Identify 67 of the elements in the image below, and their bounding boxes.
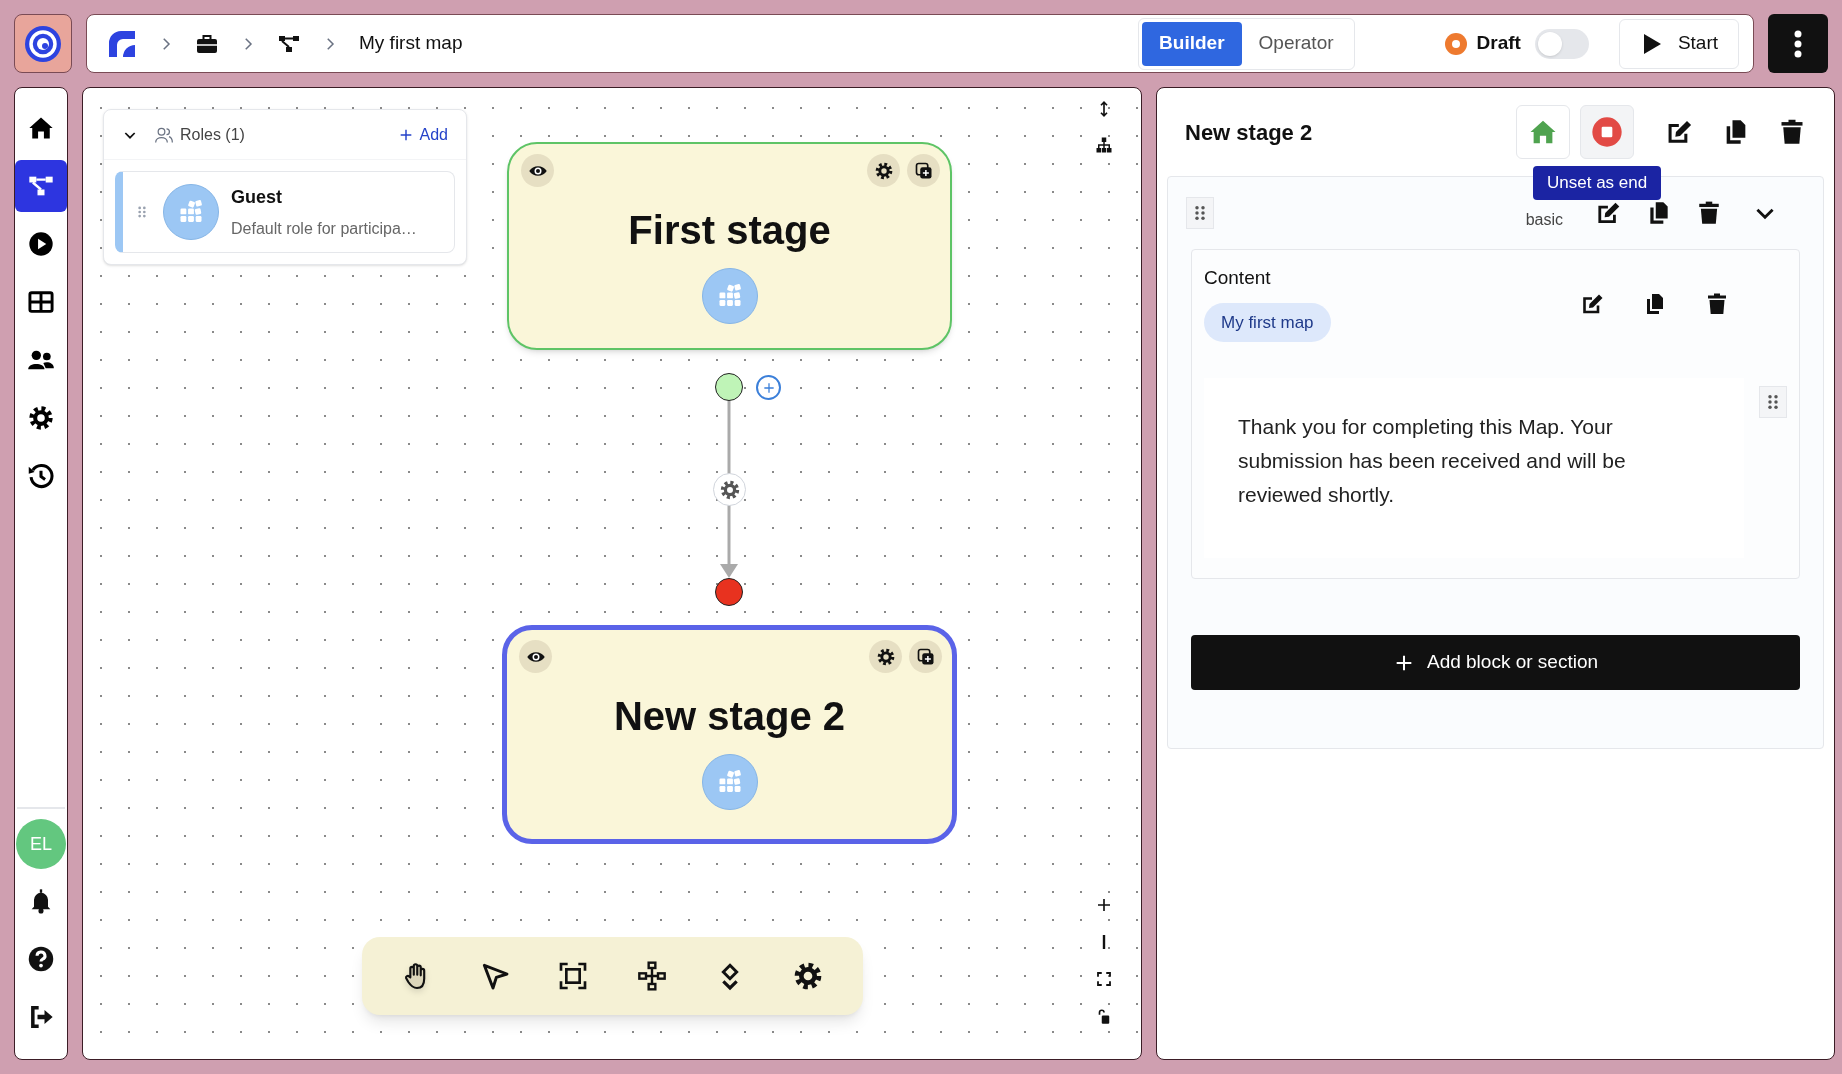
duplicate-button[interactable]: [909, 640, 942, 673]
status-label: Draft: [1476, 31, 1521, 56]
connection-settings-button[interactable]: [713, 473, 746, 506]
brand-logo-icon[interactable]: [107, 28, 137, 59]
table-icon: [27, 288, 55, 316]
edit-icon: [1596, 200, 1622, 226]
drag-handle[interactable]: [1759, 386, 1787, 418]
settings-icon: [27, 404, 55, 432]
copy-plus-icon: [914, 161, 933, 180]
map-tag: My first map: [1204, 302, 1331, 342]
role-card[interactable]: Guest Default role for participa…: [115, 171, 455, 253]
drag-handle-icon: [135, 205, 149, 219]
mode-tab[interactable]: Operator: [1241, 21, 1351, 66]
mode-tab[interactable]: Builder: [1142, 21, 1242, 66]
start-button[interactable]: Start: [1618, 18, 1739, 69]
delete-icon: [1705, 292, 1729, 316]
stage-node[interactable]: New stage 2: [502, 625, 957, 844]
tooltip: Unset as end: [1533, 166, 1662, 200]
block-label: Content: [1204, 266, 1272, 290]
logo-icon: [23, 23, 63, 64]
auto-layout-icon: [1095, 136, 1113, 154]
edit-icon: [1581, 292, 1605, 316]
zoom-out-icon: [1102, 934, 1106, 950]
role-description: Default role for participa…: [231, 218, 417, 239]
play-icon: [27, 230, 55, 258]
add-role-button[interactable]: Add: [397, 122, 448, 147]
sidebar-flow-map-button[interactable]: [15, 160, 67, 212]
preview-button[interactable]: [519, 640, 552, 673]
drag-handle[interactable]: [1186, 197, 1214, 229]
settings-icon: [875, 646, 896, 667]
stage-title: First stage: [628, 207, 831, 254]
app-logo-tile[interactable]: [14, 14, 72, 73]
settings-icon: [718, 478, 741, 501]
roles-title: Roles (1): [180, 124, 245, 145]
more-icon: [1794, 29, 1802, 58]
draft-toggle[interactable]: [1534, 28, 1589, 59]
plus-icon: [761, 380, 776, 395]
stage-settings-button[interactable]: [869, 640, 902, 673]
set-start-button[interactable]: [1516, 105, 1570, 159]
breadcrumb-current: My first map: [359, 31, 463, 56]
message-text: Thank you for completing this Map. Your submission has been received and will be reviewed shortly.: [1238, 414, 1627, 508]
draft-status-icon: [1444, 32, 1467, 55]
stage-title: New stage 2: [613, 693, 846, 740]
zoom-in-icon: [1095, 896, 1113, 914]
duplicate-button[interactable]: [907, 154, 940, 187]
stage-node[interactable]: First stage: [507, 142, 952, 350]
role-name: Guest: [231, 185, 283, 209]
stage-settings-button[interactable]: [867, 154, 900, 187]
preview-button[interactable]: [521, 154, 554, 187]
edit-icon: [1666, 118, 1694, 146]
add-block-button[interactable]: Add block or section: [1191, 635, 1800, 690]
source-handle[interactable]: [715, 373, 743, 401]
section-type-label: basic: [1525, 210, 1563, 230]
target-handle[interactable]: [715, 578, 743, 606]
map-canvas[interactable]: Roles (1) Add Guest Default role for participa… First stage New stage 2: [82, 87, 1142, 1060]
copy-plus-icon: [916, 647, 935, 666]
history-icon: [27, 462, 55, 490]
stop-icon: [1591, 116, 1623, 148]
fit-view-icon: [1095, 970, 1113, 988]
add-connection-button[interactable]: [756, 375, 781, 400]
settings-icon: [873, 160, 894, 181]
panel-title: New stage 2: [1185, 118, 1313, 147]
more-menu-button[interactable]: [1768, 14, 1828, 73]
help-icon: [27, 945, 55, 973]
hierarchy-icon: [635, 960, 668, 992]
delete-icon: [1696, 200, 1722, 226]
unset-end-button[interactable]: [1580, 105, 1634, 159]
